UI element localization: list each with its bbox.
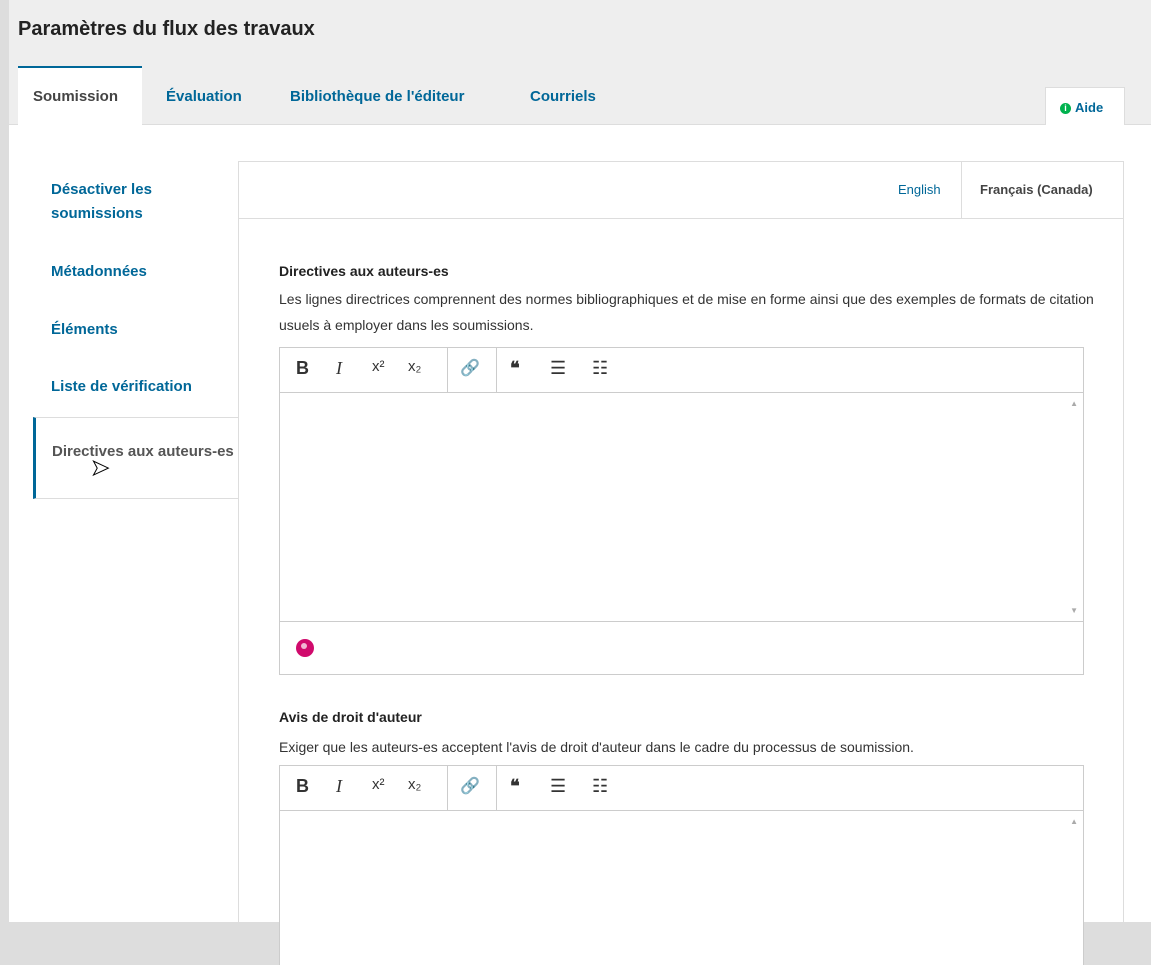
italic-button[interactable]: I [336, 358, 342, 379]
editor-footer [280, 621, 1083, 674]
page-title: Paramètres du flux des travaux [18, 18, 315, 40]
settings-header: Paramètres du flux des travaux Soumissio… [9, 0, 1151, 125]
subscript-button[interactable]: x₂ [408, 776, 421, 793]
sidebar-item-components[interactable]: Éléments [51, 318, 231, 342]
copyright-notice-label: Avis de droit d'auteur [279, 709, 422, 725]
info-icon: i [1060, 103, 1071, 114]
tab-emails[interactable]: Courriels [530, 88, 596, 105]
mouse-cursor-icon: ➤ [90, 455, 110, 481]
blockquote-button[interactable]: ❝ [510, 776, 520, 797]
bold-button[interactable]: B [296, 358, 309, 379]
author-guidelines-label: Directives aux auteurs-es [279, 263, 449, 279]
superscript-button[interactable]: x² [372, 776, 385, 793]
copyright-notice-editor: B I x² x₂ 🔗 ❝ ☰ ☷ ▲ [279, 765, 1084, 965]
help-label: Aide [1075, 100, 1104, 115]
sidebar-item-checklist[interactable]: Liste de vérification [51, 375, 231, 399]
numbered-list-button[interactable]: ☷ [592, 776, 608, 797]
bold-button[interactable]: B [296, 776, 309, 797]
numbered-list-button[interactable]: ☷ [592, 358, 608, 379]
toolbar-separator [496, 348, 497, 392]
copyright-notice-text-area[interactable]: ▲ [280, 811, 1083, 961]
tab-review[interactable]: Évaluation [166, 88, 242, 105]
tab-submission[interactable]: Soumission [18, 66, 142, 125]
author-guidelines-text-area[interactable]: ▲ ▼ [280, 393, 1083, 621]
link-button[interactable]: 🔗 [460, 776, 480, 796]
author-guidelines-editor: B I x² x₂ 🔗 ❝ ☰ ☷ ▲ ▼ [279, 347, 1084, 675]
scroll-up-icon[interactable]: ▲ [1070, 399, 1078, 408]
superscript-button[interactable]: x² [372, 358, 385, 375]
toolbar-separator [496, 766, 497, 810]
copyright-notice-description: Exiger que les auteurs-es acceptent l'av… [279, 739, 914, 755]
locale-bar: English Français (Canada) [239, 162, 1123, 219]
settings-panel: English Français (Canada) Directives aux… [238, 161, 1124, 965]
blockquote-button[interactable]: ❝ [510, 358, 520, 379]
editor-toolbar: B I x² x₂ 🔗 ❝ ☰ ☷ [280, 766, 1083, 811]
scroll-down-icon[interactable]: ▼ [1070, 606, 1078, 615]
italic-button[interactable]: I [336, 776, 342, 797]
locale-english-button[interactable]: English [898, 182, 941, 197]
sidebar-item-author-guidelines[interactable]: Directives aux auteurs-es [33, 417, 238, 499]
locale-french-button[interactable]: Français (Canada) [961, 162, 1123, 218]
toolbar-separator [447, 348, 448, 392]
sidebar-item-disable-submissions[interactable]: Désactiver les soumissions [51, 178, 231, 226]
link-button[interactable]: 🔗 [460, 358, 480, 378]
editor-toolbar: B I x² x₂ 🔗 ❝ ☰ ☷ [280, 348, 1083, 393]
help-button[interactable]: i Aide [1045, 87, 1125, 125]
bullet-list-button[interactable]: ☰ [550, 776, 566, 797]
globe-icon[interactable] [296, 639, 314, 657]
sidebar-item-metadata[interactable]: Métadonnées [51, 260, 231, 284]
scroll-up-icon[interactable]: ▲ [1070, 817, 1078, 826]
tab-publisher-library[interactable]: Bibliothèque de l'éditeur [290, 88, 464, 105]
author-guidelines-description: Les lignes directrices comprennent des n… [279, 291, 1094, 333]
subscript-button[interactable]: x₂ [408, 358, 421, 375]
toolbar-separator [447, 766, 448, 810]
workflow-settings-page: Paramètres du flux des travaux Soumissio… [9, 0, 1151, 965]
bullet-list-button[interactable]: ☰ [550, 358, 566, 379]
